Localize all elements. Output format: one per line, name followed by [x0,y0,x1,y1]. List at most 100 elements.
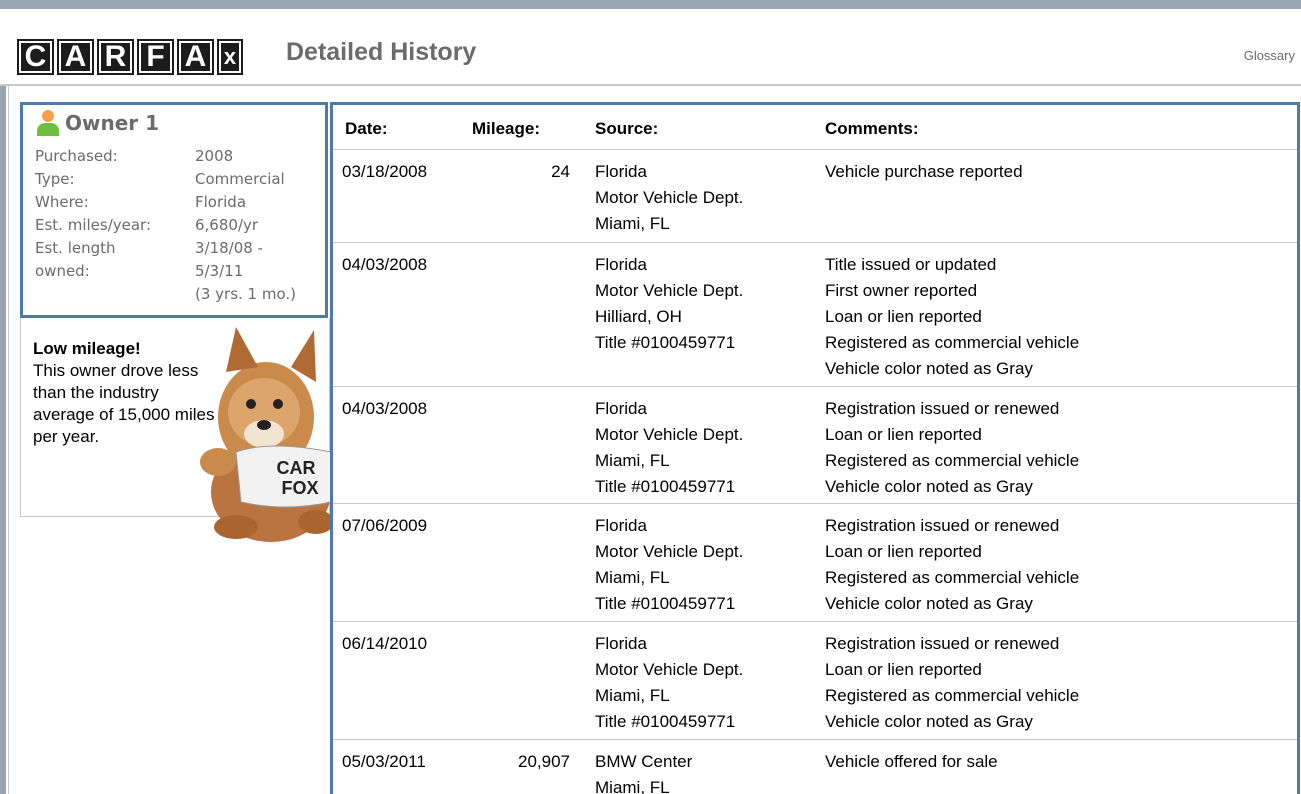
cell-date: 03/18/2008 [342,162,428,181]
owner-heading: Owner 1 [37,110,159,136]
comment-line: Vehicle offered for sale [825,752,998,771]
detail-value: Florida [195,193,247,211]
detail-value: Commercial [195,170,285,188]
comment-line: Vehicle color noted as Gray [825,712,1033,731]
header-divider [0,84,1301,86]
table-header: Date: Mileage: Source: Comments: [333,105,1297,150]
top-frame-bar [0,0,1301,9]
logo-letter: A [177,39,214,75]
mascot-shirt-text: CAR [277,458,316,478]
source-line: BMW Center [595,752,693,771]
source-line: Florida [595,255,647,274]
report-header: C A R F A x Detailed History Glossary [0,9,1301,85]
table-row: 05/03/2011 20,907 BMW Center Miami, FL V… [333,739,1297,794]
value-line: 5/3/11 [195,262,244,280]
cell-date: 06/14/2010 [342,634,428,653]
comment-line: First owner reported [825,281,978,300]
table-row: 06/14/2010 Florida Motor Vehicle Dept. M… [333,621,1297,740]
mascot-shirt-text: FOX [281,478,318,498]
logo-letter: R [97,39,134,75]
source-line: Motor Vehicle Dept. [595,281,744,300]
cell-date: 07/06/2009 [342,516,428,535]
cell-comments: Title issued or updated First owner repo… [825,252,1285,382]
source-line: Hilliard, OH [595,307,682,326]
cell-comments: Vehicle offered for sale [825,749,1285,775]
source-line: Miami, FL [595,568,670,587]
cell-source: Florida Motor Vehicle Dept. Hilliard, OH… [595,252,815,356]
detail-label: Est. length owned: [35,237,195,306]
left-frame-bar [0,86,6,794]
comment-line: Registration issued or renewed [825,634,1060,653]
cell-mileage: 20,907 [518,752,570,771]
cell-source: Florida Motor Vehicle Dept. Miami, FL Ti… [595,631,815,735]
table-row: 07/06/2009 Florida Motor Vehicle Dept. M… [333,503,1297,622]
source-line: Florida [595,162,647,181]
comment-line: Vehicle purchase reported [825,162,1023,181]
detail-label: Where: [35,193,89,211]
left-frame-line [8,86,9,794]
source-line: Title #0100459771 [595,594,736,613]
cell-source: Florida Motor Vehicle Dept. Miami, FL [595,159,815,237]
cell-date: 04/03/2008 [342,255,428,274]
header-comments: Comments: [825,119,919,138]
label-line: Est. length [35,239,116,257]
glossary-link[interactable]: Glossary [1244,48,1295,63]
cell-source: Florida Motor Vehicle Dept. Miami, FL Ti… [595,513,815,617]
source-line: Motor Vehicle Dept. [595,188,744,207]
detail-value: 6,680/yr [195,216,259,234]
header-date: Date: [345,119,388,138]
comment-line: Title issued or updated [825,255,997,274]
owner-detail-row: Where: Florida [35,191,325,214]
source-line: Miami, FL [595,214,670,233]
source-line: Title #0100459771 [595,333,736,352]
logo-letter: F [137,39,174,75]
comment-line: Loan or lien reported [825,307,982,326]
comment-line: Vehicle color noted as Gray [825,594,1033,613]
logo-letter: x [217,39,243,75]
source-line: Florida [595,516,647,535]
cell-mileage: 24 [551,162,570,181]
owner-title: Owner 1 [65,111,160,135]
cell-comments: Vehicle purchase reported [825,159,1285,185]
source-line: Florida [595,399,647,418]
comment-line: Loan or lien reported [825,542,982,561]
detail-value: 2008 [195,147,234,165]
comment-line: Registration issued or renewed [825,516,1060,535]
detail-label: Purchased: [35,147,118,165]
cell-comments: Registration issued or renewed Loan or l… [825,513,1285,617]
note-body: This owner drove less than the industry … [33,361,215,446]
owner-detail-row: Est. miles/year: 6,680/yr [35,214,325,237]
cell-comments: Registration issued or renewed Loan or l… [825,631,1285,735]
comment-line: Registered as commercial vehicle [825,333,1080,352]
value-line: (3 yrs. 1 mo.) [195,285,297,303]
note-heading: Low mileage! [33,339,141,358]
source-line: Motor Vehicle Dept. [595,660,744,679]
carfax-logo: C A R F A x [17,39,243,75]
table-row: 03/18/2008 24 Florida Motor Vehicle Dept… [333,149,1297,243]
comment-line: Registration issued or renewed [825,399,1060,418]
source-line: Miami, FL [595,686,670,705]
cell-comments: Registration issued or renewed Loan or l… [825,396,1285,500]
owner-details: Purchased: 2008 Type: Commercial Where: … [35,145,325,306]
comment-line: Registered as commercial vehicle [825,686,1080,705]
comment-line: Vehicle color noted as Gray [825,359,1033,378]
owner-detail-row: Est. length owned: 3/18/08 - 5/3/11 (3 y… [35,237,325,306]
table-row: 04/03/2008 Florida Motor Vehicle Dept. H… [333,242,1297,387]
history-table: Date: Mileage: Source: Comments: 03/18/2… [330,102,1300,794]
carfox-mascot-icon: CAR FOX [200,327,334,542]
comment-line: Registered as commercial vehicle [825,451,1080,470]
source-line: Motor Vehicle Dept. [595,542,744,561]
header-source: Source: [595,119,659,138]
note-text: Low mileage! This owner drove less than … [33,338,223,448]
detail-label: Est. miles/year: [35,216,152,234]
cell-date: 05/03/2011 [342,752,426,771]
source-line: Motor Vehicle Dept. [595,425,744,444]
comment-line: Vehicle color noted as Gray [825,477,1033,496]
owner-detail-row: Purchased: 2008 [35,145,325,168]
owner-detail-row: Type: Commercial [35,168,325,191]
cell-source: Florida Motor Vehicle Dept. Miami, FL Ti… [595,396,815,500]
page-title: Detailed History [286,38,477,66]
owner-summary-panel: Owner 1 Purchased: 2008 Type: Commercial… [20,102,328,318]
source-line: Miami, FL [595,778,670,794]
source-line: Title #0100459771 [595,712,736,731]
